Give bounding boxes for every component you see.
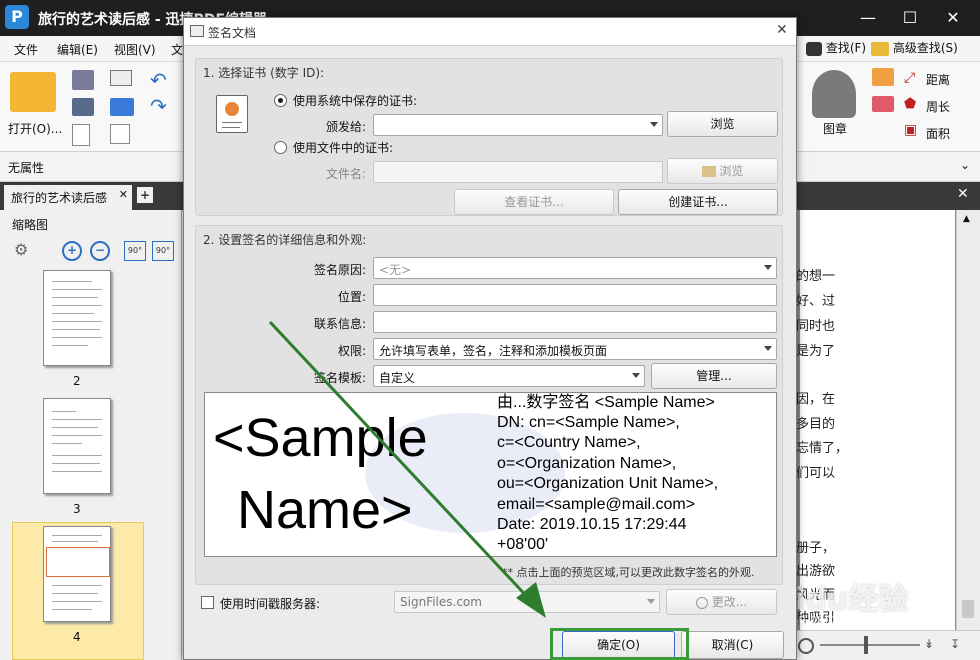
annotation-arrow xyxy=(268,320,546,618)
arrow-head xyxy=(516,582,546,618)
arrow-shaft xyxy=(268,320,534,604)
